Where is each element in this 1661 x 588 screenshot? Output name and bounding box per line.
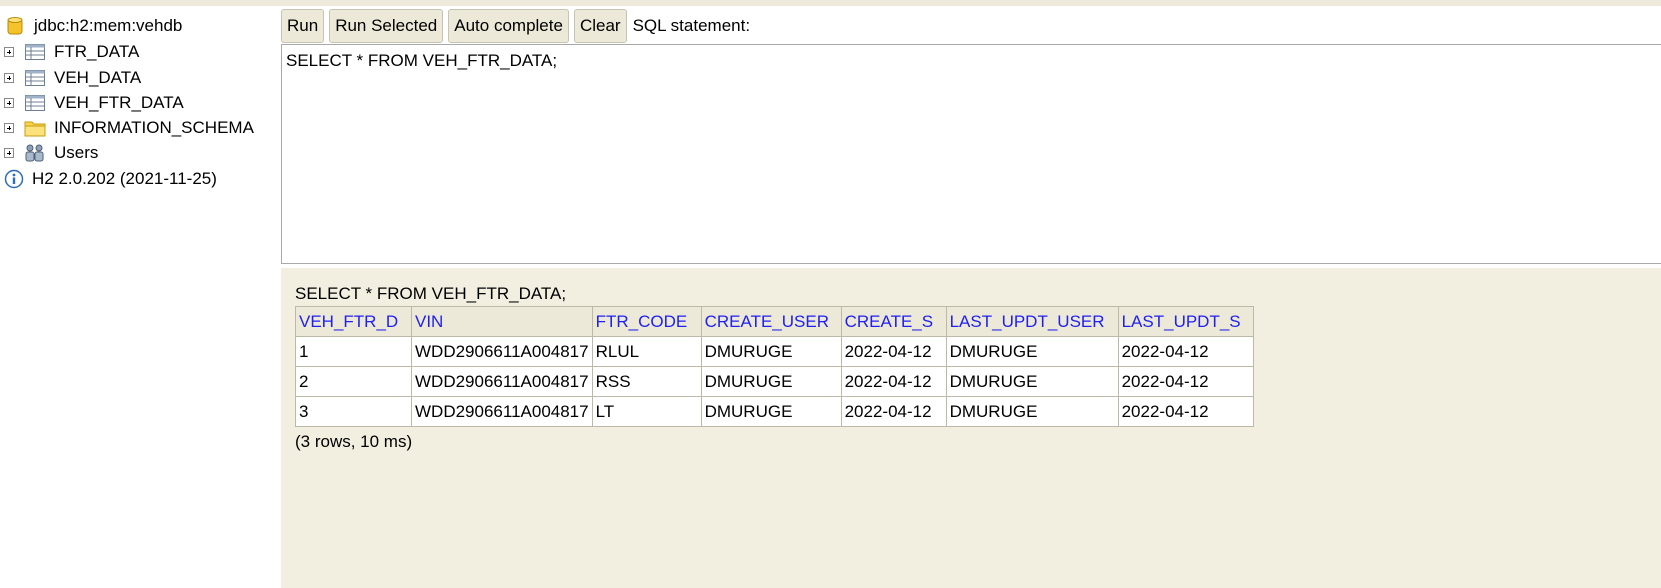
table-cell: 2022-04-12	[1117, 366, 1254, 397]
column-header[interactable]: LAST_UPDT_USER	[945, 306, 1119, 337]
sql-editor[interactable]: SELECT * FROM VEH_FTR_DATA;	[281, 44, 1661, 264]
expand-icon[interactable]	[4, 47, 14, 57]
table-icon	[24, 68, 46, 88]
results-table: VEH_FTR_D VIN FTR_CODE CREATE_USER CREAT…	[295, 306, 1254, 427]
table-icon	[24, 42, 46, 62]
auto-complete-button[interactable]: Auto complete	[448, 9, 569, 43]
table-cell: 2022-04-12	[840, 366, 947, 397]
tree-item-label: FTR_DATA	[54, 42, 140, 61]
table-cell: LT	[591, 396, 702, 427]
table-cell: DMURUGE	[700, 336, 842, 367]
table-cell: WDD2906611A004817	[411, 336, 593, 367]
column-header[interactable]: CREATE_USER	[700, 306, 842, 337]
version-info: H2 2.0.202 (2021-11-25)	[4, 167, 217, 191]
table-cell: DMURUGE	[945, 396, 1119, 427]
table-cell: 1	[295, 336, 412, 367]
tree-item-information-schema[interactable]: INFORMATION_SCHEMA	[4, 116, 254, 140]
table-cell: DMURUGE	[945, 366, 1119, 397]
info-icon	[4, 169, 24, 189]
table-cell: DMURUGE	[700, 366, 842, 397]
sql-editor-text: SELECT * FROM VEH_FTR_DATA;	[286, 51, 558, 70]
table-cell: 3	[295, 396, 412, 427]
column-header[interactable]: LAST_UPDT_S	[1117, 306, 1254, 337]
table-cell: 2022-04-12	[840, 336, 947, 367]
run-button[interactable]: Run	[281, 9, 325, 43]
tree-item-label: VEH_FTR_DATA	[54, 93, 184, 112]
tree-connection[interactable]: jdbc:h2:mem:vehdb	[4, 14, 182, 38]
table-cell: 2	[295, 366, 412, 397]
executed-query: SELECT * FROM VEH_FTR_DATA;	[295, 284, 567, 303]
connection-label: jdbc:h2:mem:vehdb	[34, 16, 183, 35]
table-cell: RSS	[591, 366, 702, 397]
folder-icon	[24, 118, 46, 138]
tree-item-label: INFORMATION_SCHEMA	[54, 118, 254, 137]
expand-icon[interactable]	[4, 98, 14, 108]
column-header[interactable]: VIN	[411, 306, 593, 337]
table-row: 3 WDD2906611A004817 LT DMURUGE 2022-04-1…	[295, 396, 1254, 427]
table-cell: WDD2906611A004817	[411, 366, 593, 397]
result-summary: (3 rows, 10 ms)	[295, 432, 413, 451]
table-row: 2 WDD2906611A004817 RSS DMURUGE 2022-04-…	[295, 366, 1254, 397]
sql-statement-label: SQL statement:	[632, 16, 751, 35]
column-header[interactable]: VEH_FTR_D	[295, 306, 412, 337]
clear-button[interactable]: Clear	[573, 9, 627, 43]
version-label: H2 2.0.202 (2021-11-25)	[32, 169, 217, 188]
tree-item-veh-ftr-data[interactable]: VEH_FTR_DATA	[4, 91, 184, 115]
table-cell: 2022-04-12	[840, 396, 947, 427]
table-icon	[24, 93, 46, 113]
table-cell: DMURUGE	[945, 336, 1119, 367]
table-cell: 2022-04-12	[1117, 336, 1254, 367]
tree-item-label: Users	[54, 143, 99, 162]
tree-item-veh-data[interactable]: VEH_DATA	[4, 66, 141, 90]
users-icon	[24, 143, 46, 163]
table-cell: 2022-04-12	[1117, 396, 1254, 427]
run-selected-button[interactable]: Run Selected	[329, 9, 444, 43]
top-strip	[0, 0, 1661, 6]
database-icon	[4, 16, 26, 36]
table-header-row: VEH_FTR_D VIN FTR_CODE CREATE_USER CREAT…	[295, 306, 1254, 337]
results-panel: SELECT * FROM VEH_FTR_DATA; VEH_FTR_D VI…	[281, 268, 1661, 588]
tree-item-ftr-data[interactable]: FTR_DATA	[4, 40, 139, 64]
table-cell: WDD2906611A004817	[411, 396, 593, 427]
table-cell: DMURUGE	[700, 396, 842, 427]
expand-icon[interactable]	[4, 123, 14, 133]
column-header[interactable]: FTR_CODE	[591, 306, 702, 337]
column-header[interactable]: CREATE_S	[840, 306, 947, 337]
toolbar: Run Run Selected Auto complete Clear SQL…	[281, 9, 750, 43]
table-row: 1 WDD2906611A004817 RLUL DMURUGE 2022-04…	[295, 336, 1254, 367]
expand-icon[interactable]	[4, 73, 14, 83]
table-cell: RLUL	[591, 336, 702, 367]
tree-item-label: VEH_DATA	[54, 68, 142, 87]
tree-item-users[interactable]: Users	[4, 141, 98, 165]
expand-icon[interactable]	[4, 148, 14, 158]
